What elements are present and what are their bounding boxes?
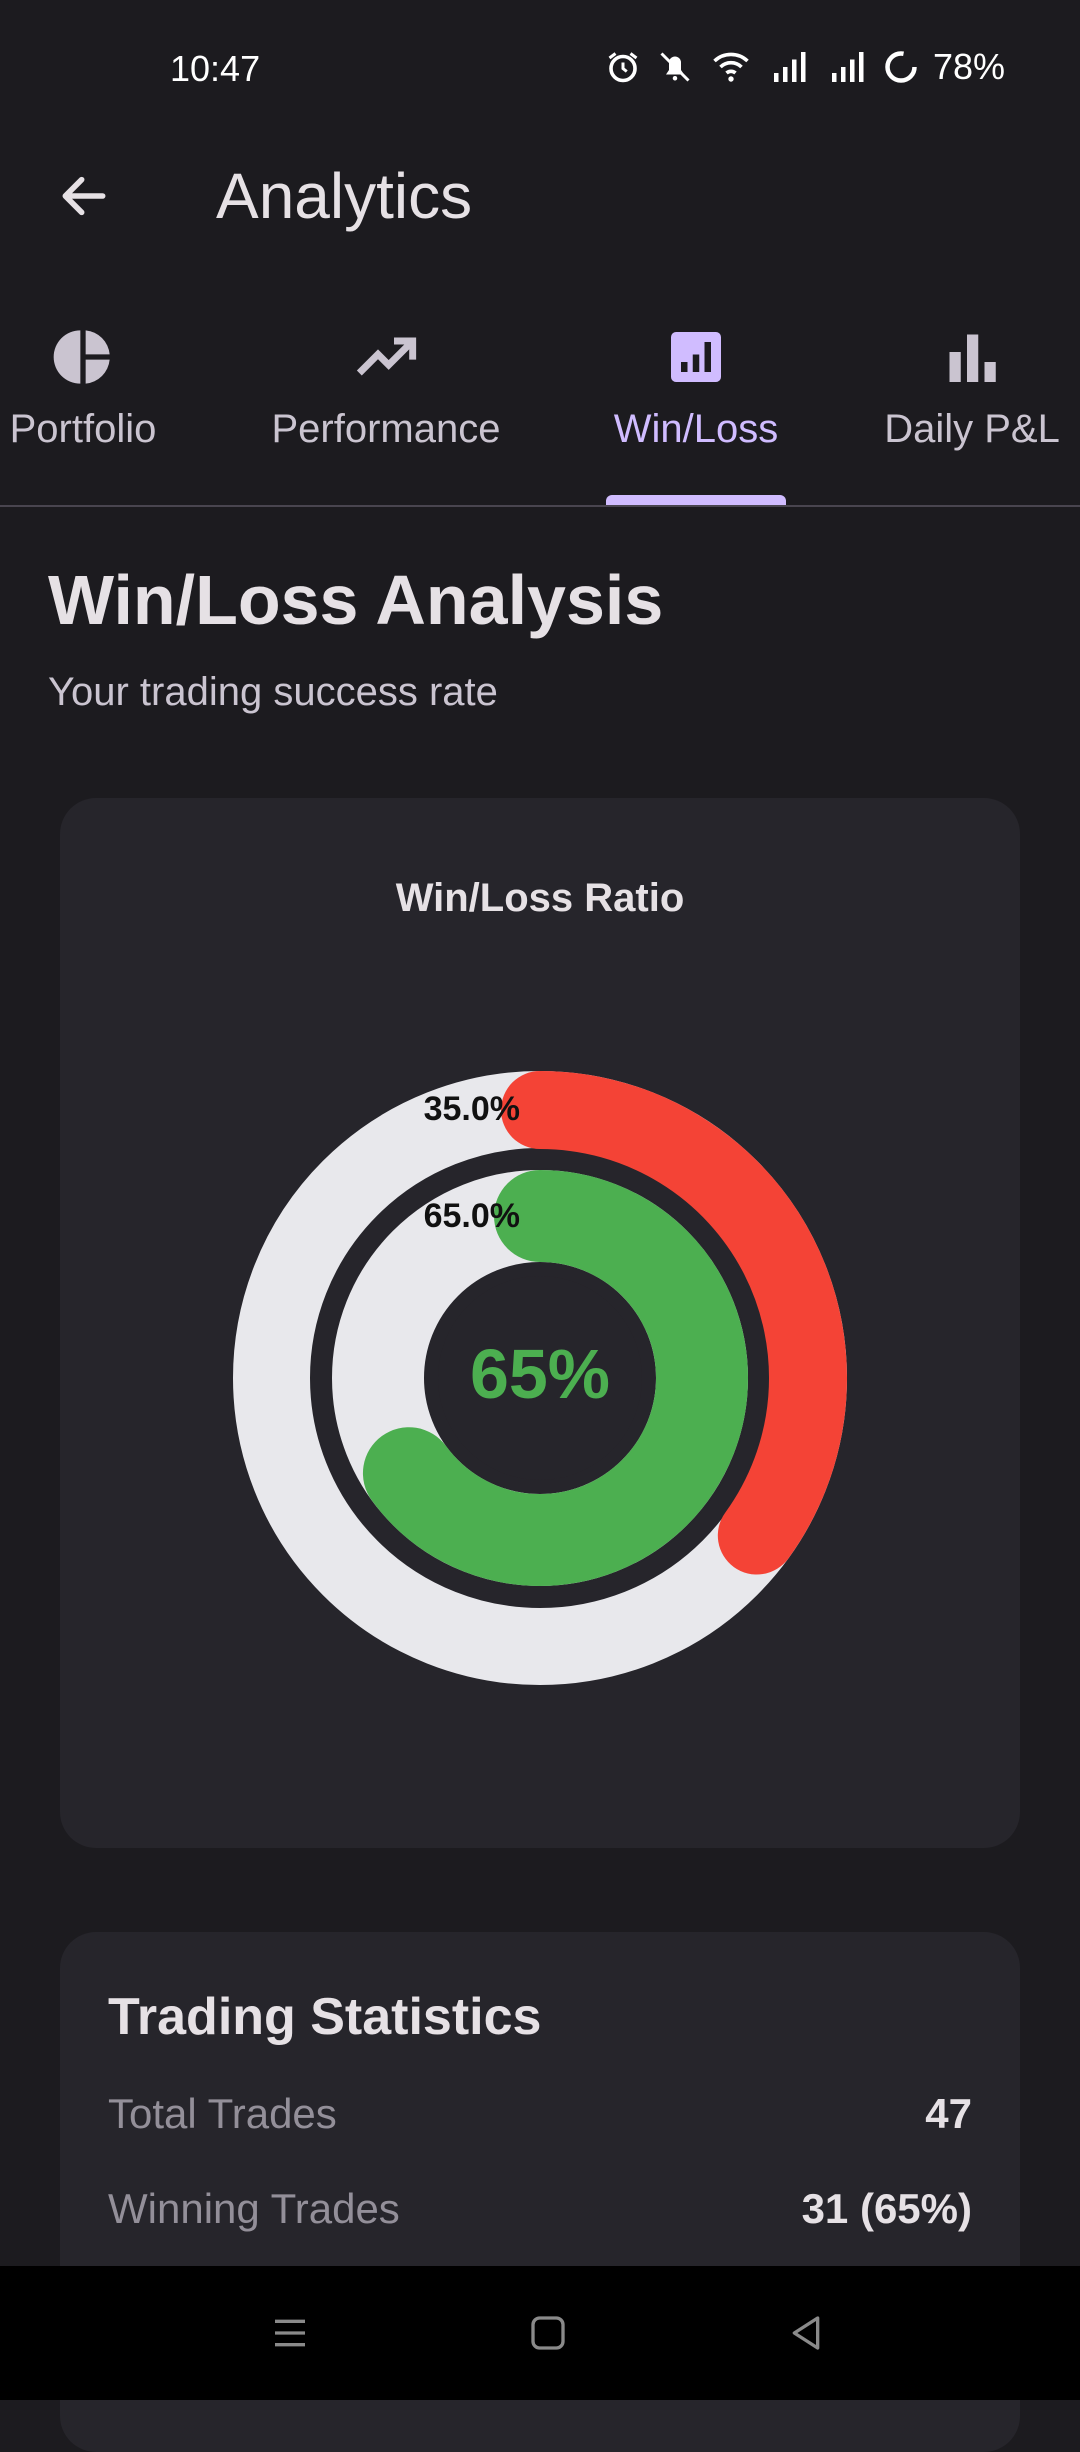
win-loss-chart-card: Win/Loss Ratio 35.0% 65.0% 65% [60,798,1020,1848]
tab-label: Daily P&L [884,407,1060,451]
bar-chart-icon [949,334,996,382]
stat-label: Winning Trades [108,2185,400,2232]
wifi-icon [713,52,749,82]
active-tab-indicator [606,495,786,505]
mute-icon [660,52,690,82]
pie-chart-icon [53,330,110,384]
back-triangle-icon [792,2316,820,2350]
tab-label: Win/Loss [613,407,779,451]
arrow-left-icon [62,176,106,216]
tab-label: Performance [271,407,501,451]
tab-bar: Portfolio Performance Win/Loss Daily P&L [0,310,1080,507]
center-percent-label: 65% [470,1335,610,1413]
status-time: 10:47 [170,48,261,89]
recent-apps-button[interactable] [260,2308,320,2358]
section-subtitle: Your trading success rate [48,670,498,714]
inner-ring-label: 65.0% [424,1197,520,1235]
app-bar: Analytics [0,140,1080,250]
signal-icon [773,52,806,82]
section-title: Win/Loss Analysis [48,561,664,639]
stat-value: 47 [925,2090,972,2137]
stat-row-total-trades: Total Trades 47 [108,2090,972,2138]
system-navigation-bar [0,2266,1080,2400]
page-title: Analytics [216,160,473,232]
battery-ring-icon [885,51,917,83]
back-nav-button[interactable] [776,2308,836,2358]
alarm-icon [608,52,638,83]
tab-daily-pl[interactable]: Daily P&L [880,310,1064,505]
tab-performance[interactable]: Performance [258,310,514,505]
win-loss-ring-chart: 35.0% 65.0% 65% [233,1071,847,1685]
battery-percent: 78% [932,46,1005,87]
signal-icon [831,52,864,82]
tab-win-loss[interactable]: Win/Loss [606,310,786,505]
stat-label: Total Trades [108,2090,337,2137]
home-square-icon [531,2316,565,2350]
tab-portfolio[interactable]: Portfolio [0,310,166,505]
outer-ring-label: 35.0% [424,1090,520,1128]
trending-up-icon [356,337,417,376]
status-icons: 78% [605,46,1005,88]
stats-title: Trading Statistics [108,1988,542,2046]
back-button[interactable] [48,160,120,232]
status-bar: 10:47 78% [0,0,1080,140]
home-button[interactable] [518,2308,578,2358]
stat-value: 31 (65%) [801,2185,972,2232]
menu-lines-icon [275,2319,305,2347]
bar-chart-box-icon [671,332,721,382]
tab-label: Portfolio [9,407,157,451]
stat-row-winning-trades: Winning Trades 31 (65%) [108,2185,972,2233]
